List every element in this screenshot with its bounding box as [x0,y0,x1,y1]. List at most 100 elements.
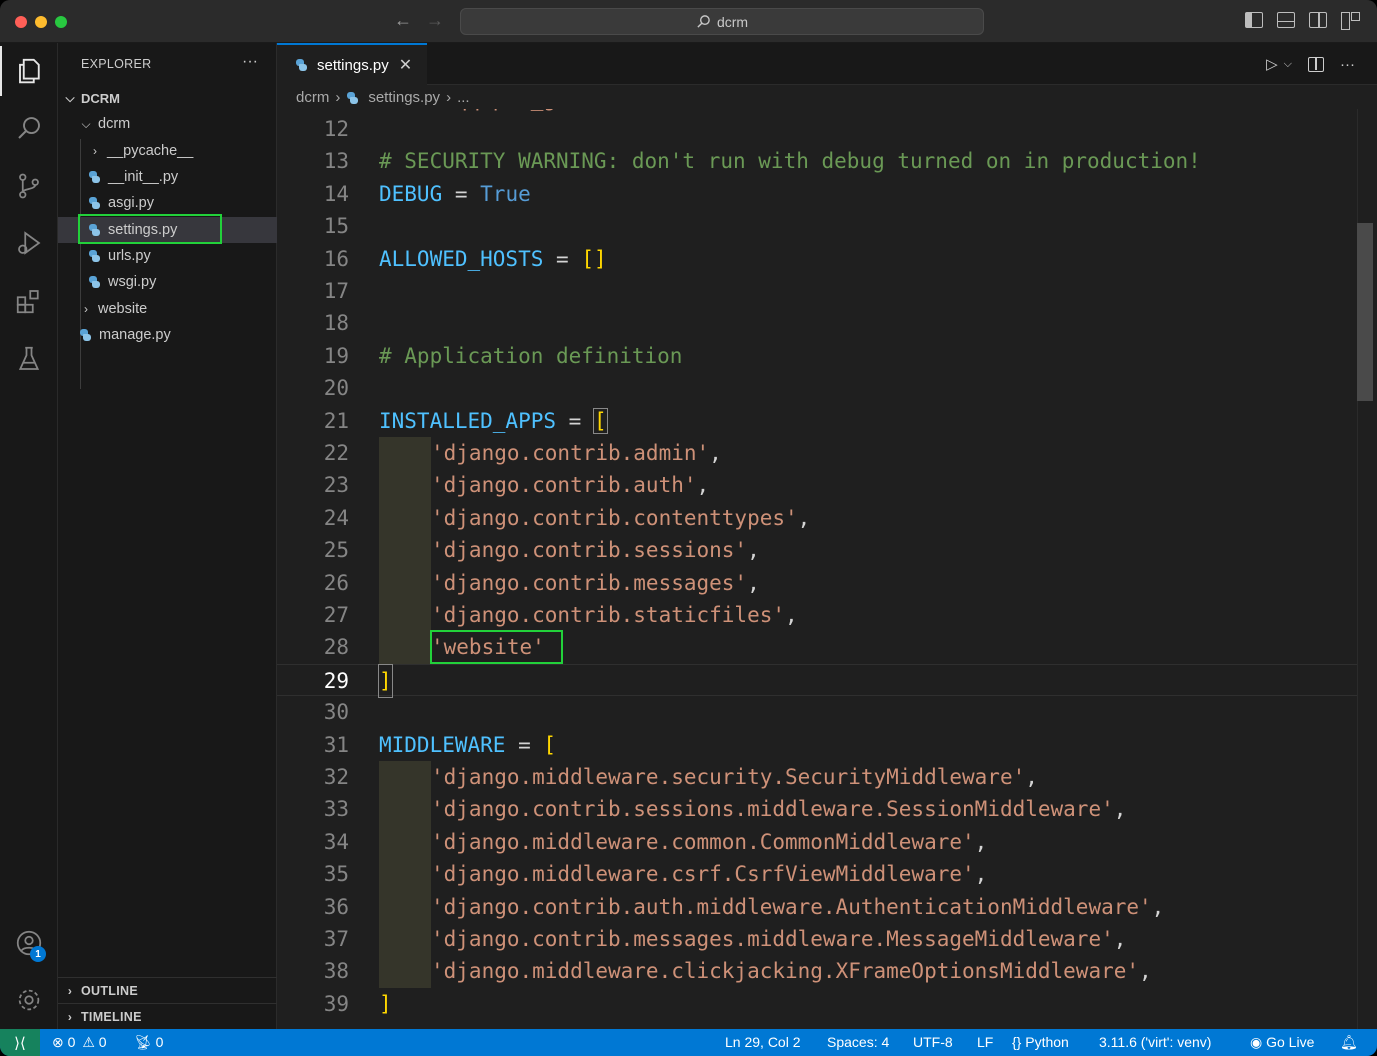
breadcrumb: dcrm › settings.py › ... [296,89,470,106]
problems-indicator[interactable]: ⊗ 0 ⚠ 0 [52,1034,107,1051]
encoding[interactable]: UTF-8 [913,1034,953,1050]
code-text: 'django.contrib.messages', [431,567,760,599]
broadcast-icon: 📡︎ [134,1034,152,1050]
timeline-section-header[interactable]: › TIMELINE [58,1003,277,1029]
notifications-bell-icon[interactable]: 🔔︎ [1340,1034,1358,1051]
run-python-file-icon[interactable]: ▷ [1266,55,1278,73]
tree-item-urls-py[interactable]: urls.py [58,243,277,269]
code-text: 'django.contrib.sessions', [431,534,760,566]
code-text: 'django.contrib.auth', [431,469,709,501]
code-line: 18 [277,307,1357,339]
tree-item-wsgi-py[interactable]: wsgi.py [58,269,277,295]
code-text: 'django.contrib.staticfiles', [431,599,798,631]
code-line: 28'website' [277,630,1357,665]
back-arrow-icon[interactable]: ← [394,10,412,31]
manage-gear-icon[interactable] [0,975,58,1025]
extensions-activity-icon[interactable] [0,276,58,326]
run-debug-activity-icon[interactable] [0,218,58,268]
language-mode[interactable]: {} Python [1012,1034,1069,1050]
workspace-root[interactable]: ⌵ DCRM [58,85,277,111]
string-literal: 'django.contrib.messages.middleware.Mess… [431,927,1114,951]
explorer-more-actions-icon[interactable]: ··· [242,53,258,71]
close-tab-icon[interactable]: ✕ [399,55,412,75]
breadcrumb-folder[interactable]: dcrm [296,89,329,106]
line-number: 18 [323,311,349,336]
cursor-position[interactable]: Ln 29, Col 2 [725,1034,801,1050]
line-number: 36 [323,894,349,919]
chevron-down-icon[interactable]: ⌵ [1284,58,1292,71]
line-number: 14 [323,181,349,206]
indentation[interactable]: Spaces: 4 [827,1034,889,1050]
code-editor[interactable]: (5bsviqqlp%v_gw('1213# SECURITY WARNING:… [277,109,1357,1029]
code-line: 23 'django.contrib.auth', [277,469,1357,502]
accounts-activity-icon[interactable]: 1 [0,918,58,968]
ports-indicator[interactable]: 📡︎ 0 [134,1034,163,1051]
line-number: 13 [323,149,349,174]
code-text: 'django.middleware.csrf.CsrfViewMiddlewa… [431,858,987,890]
code-line: 38 'django.middleware.clickjacking.XFrame… [277,955,1357,988]
command-center-search[interactable]: dcrm [460,8,984,35]
code-line: 34 'django.middleware.common.CommonMiddle… [277,825,1357,859]
toggle-secondary-sidebar-icon[interactable] [1309,12,1327,28]
bracket: ] [378,663,393,699]
remote-indicator-icon[interactable]: ⟩⟨ [0,1029,40,1056]
comment: # SECURITY WARNING: don't run with debug… [379,149,1201,174]
code-line: 24 'django.contrib.contenttypes', [277,501,1357,535]
tab-settings-py[interactable]: settings.py ✕ [277,43,427,85]
python-file-icon [88,197,102,209]
tree-item-pycache-folder[interactable]: › __pycache__ [58,138,277,164]
tree-item-init-py[interactable]: __init__.py [58,164,277,190]
breadcrumb-file[interactable]: settings.py [368,89,440,106]
tree-item-manage-py[interactable]: manage.py [58,322,277,348]
go-live-button[interactable]: ◉ Go Live [1250,1034,1314,1051]
toggle-panel-icon[interactable] [1277,12,1295,28]
code-line: 20 [277,372,1357,404]
punctuation: , [747,570,760,595]
braces-icon: {} [1012,1034,1022,1050]
code-text: ALLOWED_HOSTS = [] [379,243,607,275]
editor-scrollbar-thumb[interactable] [1357,223,1373,401]
code-line: 19 # Application definition [277,340,1357,372]
tree-item-website-folder[interactable]: › website [58,296,277,322]
variable-name: INSTALLED_APPS [379,408,557,433]
tree-item-asgi-py[interactable]: asgi.py [58,190,277,216]
end-of-line[interactable]: LF [977,1034,993,1050]
editor-tabs: settings.py ✕ ▷ ⌵ ··· [277,43,1377,85]
search-activity-icon[interactable] [0,103,58,153]
chevron-right-icon: › [335,89,341,106]
code-line: 30 [277,696,1357,728]
zoom-window-button[interactable] [55,16,67,28]
variable-name: ALLOWED_HOSTS [379,246,544,271]
testing-activity-icon[interactable] [0,334,58,384]
python-interpreter[interactable]: 3.11.6 ('virt': venv) [1099,1034,1211,1050]
tree-item-dcrm-folder[interactable]: ⌵ dcrm [58,111,277,137]
punctuation: , [1113,797,1127,822]
punctuation: , [1025,765,1038,789]
code-text: 'django.contrib.admin', [431,437,722,469]
close-window-button[interactable] [15,16,27,28]
customize-layout-icon[interactable] [1341,12,1360,30]
forward-arrow-icon[interactable]: → [426,10,444,31]
more-actions-icon[interactable]: ··· [1340,56,1355,73]
source-control-activity-icon[interactable] [0,161,58,211]
code-text: DEBUG = True [379,178,531,210]
indent-guide-highlight [379,631,431,664]
breadcrumb-symbol[interactable]: ... [457,89,470,106]
punctuation: , [1139,959,1152,984]
punctuation: , [709,441,722,465]
minimize-window-button[interactable] [35,16,47,28]
punctuation: , [1151,894,1165,919]
string-literal: 'django.middleware.security.SecurityMidd… [431,765,1026,789]
outline-section-header[interactable]: › OUTLINE [58,977,277,1003]
punctuation: , [797,505,811,530]
python-file-icon [88,250,102,262]
explorer-activity-icon[interactable] [0,46,58,96]
punctuation: , [785,603,798,627]
code-line: 29] [277,663,1357,699]
explorer-sidebar: EXPLORER ··· ⌵ DCRM ⌵ dcrm › __pycache__… [58,43,277,1029]
split-editor-icon[interactable] [1308,56,1324,72]
website-highlight-box [430,630,563,665]
toggle-primary-sidebar-icon[interactable] [1245,12,1263,28]
python-file-icon [79,329,93,341]
warning-icon: ⚠ [82,1034,95,1050]
